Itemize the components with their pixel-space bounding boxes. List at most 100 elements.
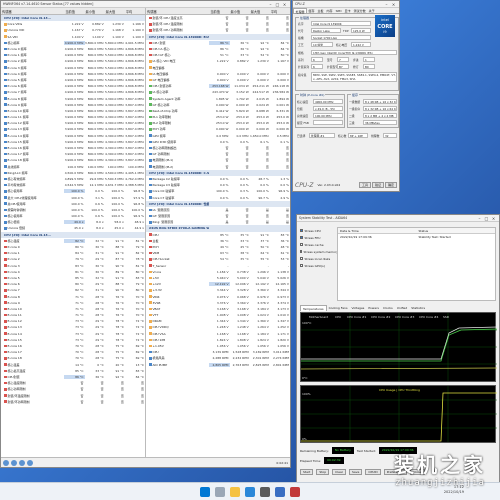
tab-mainboard[interactable]: 主板 — [316, 8, 325, 13]
tab-statistics[interactable]: Statistics — [409, 305, 427, 311]
col-header-sensor[interactable]: 传感器 — [146, 9, 209, 14]
stress-option[interactable]: Stress GPU(s) — [300, 262, 334, 269]
stop-button[interactable]: Stop — [316, 469, 330, 475]
sensor-name: CPU IA 核心 — [146, 47, 209, 51]
value-max: 253.0 W — [256, 121, 269, 126]
tab-processor[interactable]: 处理器 — [293, 8, 308, 14]
close-icon[interactable]: × — [390, 2, 397, 7]
cpuz-taskbar-icon[interactable] — [275, 486, 285, 497]
close-icon[interactable]: × — [490, 216, 497, 221]
thermometer-icon — [4, 375, 7, 379]
sensor-label: 核心功率限制超出 — [152, 146, 177, 151]
file-explorer-icon[interactable] — [230, 486, 240, 497]
sensor-label: 3VSB — [152, 300, 161, 305]
reset-icon[interactable] — [27, 459, 33, 466]
sensor-label: VBAT — [152, 306, 161, 311]
checkbox[interactable] — [300, 264, 303, 267]
clock-icon — [4, 183, 7, 187]
start-icon[interactable] — [200, 486, 210, 497]
col-header-sensor[interactable]: 传感器 — [1, 9, 64, 14]
hwinfo-taskbar-icon[interactable] — [260, 486, 270, 497]
checkbox[interactable] — [300, 236, 303, 239]
sensor-name: 核心温度限制 — [1, 381, 64, 385]
tab-voltages[interactable]: Voltages — [350, 305, 367, 311]
value-avg: 否 — [140, 399, 144, 404]
maximize-icon[interactable]: □ — [483, 216, 490, 221]
settings-icon[interactable] — [19, 459, 25, 466]
table-row[interactable]: 封装/环功率限制 否 否 否 否 — [1, 399, 145, 405]
edge-icon[interactable] — [245, 486, 255, 497]
power-icon — [149, 128, 152, 131]
clock-icon — [4, 214, 7, 218]
value-max: 3.376 V — [257, 300, 269, 305]
clear-button[interactable]: Clear — [332, 469, 347, 475]
value-current: 0.976 V — [216, 294, 229, 299]
checkbox[interactable] — [300, 243, 303, 246]
tab-memory[interactable]: 内存 — [325, 8, 334, 13]
checkbox[interactable] — [300, 229, 303, 232]
sensor-name: DRAM — [146, 319, 209, 323]
maximize-icon[interactable]: □ — [274, 2, 281, 7]
checkbox[interactable] — [300, 250, 302, 253]
value-min: 29 °C — [95, 337, 104, 342]
tab-spd[interactable]: SPD — [334, 8, 343, 13]
temperature-graph-svg: Motherboard CPU CPU Core #1 CPU Core #2 … — [300, 313, 498, 381]
value-current: 2,805 RPM — [209, 362, 230, 367]
value-min: 8.0 x — [96, 226, 104, 231]
value-avg: 3,897.4 MHz — [125, 152, 144, 157]
graph-tabs: Temperatures Cooling Fans Voltages Power… — [300, 305, 496, 311]
col-header-max[interactable]: 最大值 — [105, 9, 125, 14]
tab-graphics[interactable]: 显卡 — [343, 8, 352, 13]
stress-option[interactable]: Stress FPU — [300, 234, 334, 241]
ok-button[interactable]: 确定 — [384, 182, 397, 188]
tab-clocks[interactable]: Clocks — [381, 305, 395, 311]
stress-option[interactable]: Stress local disks — [300, 255, 334, 262]
minimize-icon[interactable]: – — [267, 2, 274, 7]
selection-dropdown[interactable]: 处理器 #1 — [309, 133, 335, 138]
value-max: 5,500.0 MHz — [105, 77, 124, 82]
cpuz-window: CPU-Z – × 处理器 缓存 主板 内存 SPD 显卡 测试分数 关于 处理… — [292, 0, 400, 192]
nav-right-icon[interactable] — [11, 459, 17, 466]
tab-unified[interactable]: Unified — [395, 305, 410, 311]
stress-option[interactable]: Stress cache — [300, 241, 334, 248]
col-header-min[interactable]: 最小值 — [230, 9, 250, 14]
stress-option[interactable]: Stress CPU — [300, 227, 334, 234]
nav-left-icon[interactable] — [3, 459, 9, 466]
validate-button[interactable]: 验证 — [371, 182, 384, 188]
col-status[interactable]: Status — [417, 228, 496, 233]
minimize-icon[interactable]: – — [383, 2, 390, 7]
cpuz-titlebar[interactable]: CPU-Z – × — [293, 1, 399, 8]
sensor-name: VBAT — [146, 307, 209, 311]
save-button[interactable]: Save — [349, 469, 363, 475]
cpuid-button[interactable]: CPUID — [365, 469, 381, 475]
hwinfo-titlebar[interactable]: HWiNFO64 v7.14-4610 Sensor Status [77 va… — [1, 1, 290, 8]
col-header-max[interactable]: 最大值 — [250, 9, 270, 14]
minimize-icon[interactable]: – — [476, 216, 483, 221]
search-icon[interactable] — [215, 486, 225, 497]
tab-cache[interactable]: 缓存 — [307, 8, 316, 13]
multiplier-label: 倍频 — [297, 107, 303, 111]
col-header-avg[interactable]: 平均 — [270, 9, 290, 14]
tab-temperatures[interactable]: Temperatures — [300, 305, 327, 311]
tab-bench[interactable]: 测试分数 — [352, 8, 367, 13]
tab-about[interactable]: 关于 — [367, 8, 376, 13]
stability-titlebar[interactable]: System Stability Test - AIDA64 – □ × — [297, 215, 499, 222]
sensor-label: Ring/LLC 频率 — [7, 170, 28, 175]
col-datetime[interactable]: Date & Time — [338, 228, 417, 233]
tools-button[interactable]: 工具 — [358, 182, 371, 188]
table-row[interactable]: AIO PUMP 2,805 RPM 2,763 RPM 2,825 RPM 2,801… — [146, 362, 290, 368]
checkbox[interactable] — [300, 257, 303, 260]
codename-value: Raptor Lake — [311, 28, 341, 33]
col-header-current[interactable]: 当前值 — [64, 9, 84, 14]
sensor-label: P-core 3 频率 — [7, 65, 27, 70]
start-button[interactable]: Start — [300, 469, 314, 475]
stress-option[interactable]: Stress system memory — [300, 248, 338, 255]
aida64-taskbar-icon[interactable] — [290, 486, 300, 497]
col-header-avg[interactable]: 平均 — [125, 9, 145, 14]
tab-powers[interactable]: Powers — [366, 305, 381, 311]
col-header-current[interactable]: 当前值 — [209, 9, 229, 14]
col-header-min[interactable]: 最小值 — [85, 9, 105, 14]
close-icon[interactable]: × — [281, 2, 288, 7]
tab-cooling-fans[interactable]: Cooling Fans — [327, 305, 350, 311]
table-row[interactable]: 2022/10/19 17:09:36 Stability Test: Star… — [338, 234, 495, 240]
